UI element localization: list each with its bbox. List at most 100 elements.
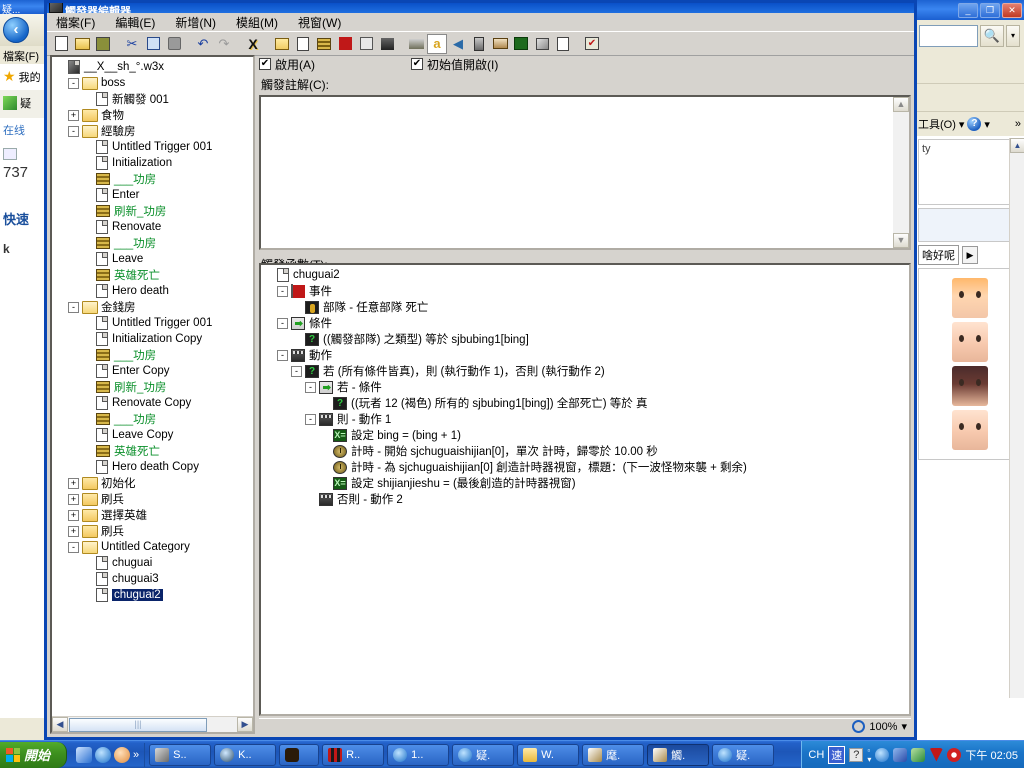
function-tree-item[interactable]: - 動作 (263, 347, 907, 363)
new-category-button[interactable] (272, 34, 292, 54)
tree-item[interactable]: Enter (54, 187, 253, 203)
taskbar-item-w[interactable]: W. (517, 743, 580, 766)
bg-right-scrollbar[interactable]: ▲ (1009, 138, 1024, 698)
start-button[interactable]: 開始 (0, 741, 68, 768)
scroll-down-icon[interactable]: ▼ (893, 233, 909, 248)
function-tree-item[interactable]: 計時 - 為 sjchuguaishijian[0] 創造計時器視窗，標題：(下… (263, 459, 907, 475)
collapse-icon[interactable]: - (277, 349, 288, 361)
collapse-icon[interactable]: - (68, 301, 79, 313)
paste-button[interactable] (164, 34, 184, 54)
menu-window[interactable]: 視窗(W) (295, 13, 344, 32)
tree-item[interactable]: + 選擇英雄 (54, 507, 253, 523)
taskbar-item-r[interactable]: R.. (322, 743, 385, 766)
function-tree-item[interactable]: - 則 - 動作 1 (263, 411, 907, 427)
tree-item[interactable]: Enter Copy (54, 363, 253, 379)
tree-item[interactable]: Leave Copy (54, 427, 253, 443)
tree-item[interactable]: + 刷兵 (54, 491, 253, 507)
object-editor-button[interactable] (469, 34, 489, 54)
object-manager-button[interactable] (532, 34, 552, 54)
ime-mode-icon[interactable]: 速 (828, 745, 846, 764)
new-trigger-button[interactable] (293, 34, 313, 54)
comment-textarea[interactable] (261, 97, 893, 248)
collapse-icon[interactable]: - (277, 285, 288, 297)
scroll-up-icon[interactable]: ▲ (1010, 138, 1024, 153)
function-tree-item[interactable]: 否則 - 動作 2 (263, 491, 907, 507)
cut-button[interactable]: ✂ (122, 34, 142, 54)
expand-icon[interactable]: + (68, 493, 79, 505)
new-action-button[interactable] (377, 34, 397, 54)
search-input[interactable] (919, 25, 978, 47)
function-tree-item[interactable]: X= 設定 shijianjieshu = (最後創造的計時器視窗) (263, 475, 907, 491)
taskbar-item-cat[interactable] (279, 743, 320, 766)
expand-icon[interactable]: + (68, 509, 79, 521)
function-tree-item[interactable]: ? ((觸發部隊) 之類型) 等於 sjbubing1[bing] (263, 331, 907, 347)
import-manager-button[interactable] (553, 34, 573, 54)
function-tree-item[interactable]: - 條件 (263, 315, 907, 331)
initially-on-checkbox[interactable]: ✔ (411, 58, 423, 70)
avatar[interactable] (951, 278, 988, 318)
tree-item[interactable]: 英雄死亡 (54, 443, 253, 459)
bg-right-toolbar[interactable]: 工具(O) ▾ ? ▾ » (915, 112, 1024, 136)
back-icon[interactable] (875, 747, 890, 762)
new-event-button[interactable] (335, 34, 355, 54)
function-tree-item[interactable]: 部隊 - 任意部隊 死亡 (263, 299, 907, 315)
picker-label[interactable]: 啥好呢 (918, 245, 959, 265)
tree-item[interactable]: Hero death Copy (54, 459, 253, 475)
tree-item[interactable]: Renovate (54, 219, 253, 235)
ime-options-icon[interactable]: ▫ ▾ (867, 746, 871, 764)
taskbar-item-yi1[interactable]: 疑. (452, 743, 515, 766)
v-icon[interactable] (929, 747, 944, 762)
security-icon[interactable] (911, 747, 926, 762)
tree-item[interactable]: 英雄死亡 (54, 267, 253, 283)
tree-item[interactable]: - 經驗房 (54, 123, 253, 139)
function-tree-item[interactable]: 計時 - 開始 sjchuguaishijian[0]，單次 計時，歸零於 10… (263, 443, 907, 459)
menu-module[interactable]: 模組(M) (233, 13, 281, 32)
tree-item[interactable]: Initialization Copy (54, 331, 253, 347)
sound-editor-button[interactable]: ◀ (448, 34, 468, 54)
tree-item[interactable]: ___功房 (54, 235, 253, 251)
tree-item[interactable]: Untitled Trigger 001 (54, 315, 253, 331)
tree-item[interactable]: Renovate Copy (54, 395, 253, 411)
expand-icon[interactable]: + (68, 109, 79, 121)
expand-icon[interactable]: + (68, 477, 79, 489)
tree-item[interactable]: - boss (54, 75, 253, 91)
search-icon[interactable]: 🔍 (980, 25, 1004, 47)
collapse-icon[interactable]: - (291, 365, 302, 377)
bg-right-picker-row[interactable]: 啥好呢 ▶ (918, 245, 1021, 265)
hscroll-thumb[interactable]: ||| (69, 717, 207, 732)
network-icon[interactable] (893, 747, 908, 762)
tree-item[interactable]: - Untitled Category (54, 539, 253, 555)
play-arrow-icon[interactable]: ▶ (962, 246, 978, 264)
collapse-icon[interactable]: - (305, 413, 316, 425)
scroll-right-icon[interactable]: ▶ (237, 717, 253, 732)
record-icon[interactable] (947, 747, 962, 762)
tree-item[interactable]: + 食物 (54, 107, 253, 123)
taskbar-item-s[interactable]: S.. (149, 743, 212, 766)
function-tree-item[interactable]: -? 若 (所有條件皆真)，則 (執行動作 1)，否則 (執行動作 2) (263, 363, 907, 379)
tree-item[interactable]: + 初始化 (54, 475, 253, 491)
enabled-checkbox[interactable]: ✔ (259, 58, 271, 70)
tree-item[interactable]: chuguai2 (54, 587, 253, 603)
taskbar-item-yi2[interactable]: 疑. (712, 743, 775, 766)
face-icon[interactable] (114, 746, 131, 763)
trigger-tree-scroll[interactable]: __X__sh_°.w3x - boss 新觸發 001 + 食物 - 經驗房 Untitled… (52, 57, 253, 715)
ime-help-icon[interactable]: ? (849, 747, 864, 762)
trigger-tree-panel[interactable]: __X__sh_°.w3x - boss 新觸發 001 + 食物 - 經驗房 Untitled… (50, 55, 255, 734)
chevron-down-icon-zoom[interactable]: ▾ (901, 720, 907, 733)
collapse-icon[interactable]: - (68, 77, 79, 89)
taskbar[interactable]: 開始 » S.. K.. R.. 1.. 疑. W. 麾. 觸. 疑. CH 速… (0, 740, 1024, 768)
quick-launch-bar[interactable]: » (71, 742, 146, 767)
bg-left-file-menu[interactable]: 檔案(F) (3, 51, 39, 63)
tree-item[interactable]: ___功房 (54, 171, 253, 187)
redo-button[interactable]: ↷ (214, 34, 234, 54)
trigger-tree-hscrollbar[interactable]: ◀ ||| ▶ (52, 716, 253, 732)
tree-item[interactable]: __X__sh_°.w3x (54, 59, 253, 75)
chevron-down-icon-tools[interactable]: ▾ (959, 118, 965, 131)
campaign-editor-button[interactable] (490, 34, 510, 54)
close-button[interactable]: ✕ (1002, 2, 1022, 18)
menu-file[interactable]: 檔案(F) (53, 13, 98, 32)
ai-editor-button[interactable] (511, 34, 531, 54)
save-map-button[interactable] (93, 34, 113, 54)
copy-button[interactable] (143, 34, 163, 54)
system-tray[interactable]: CH 速 ? ▫ ▾ 下午 02:05 (801, 740, 1024, 768)
